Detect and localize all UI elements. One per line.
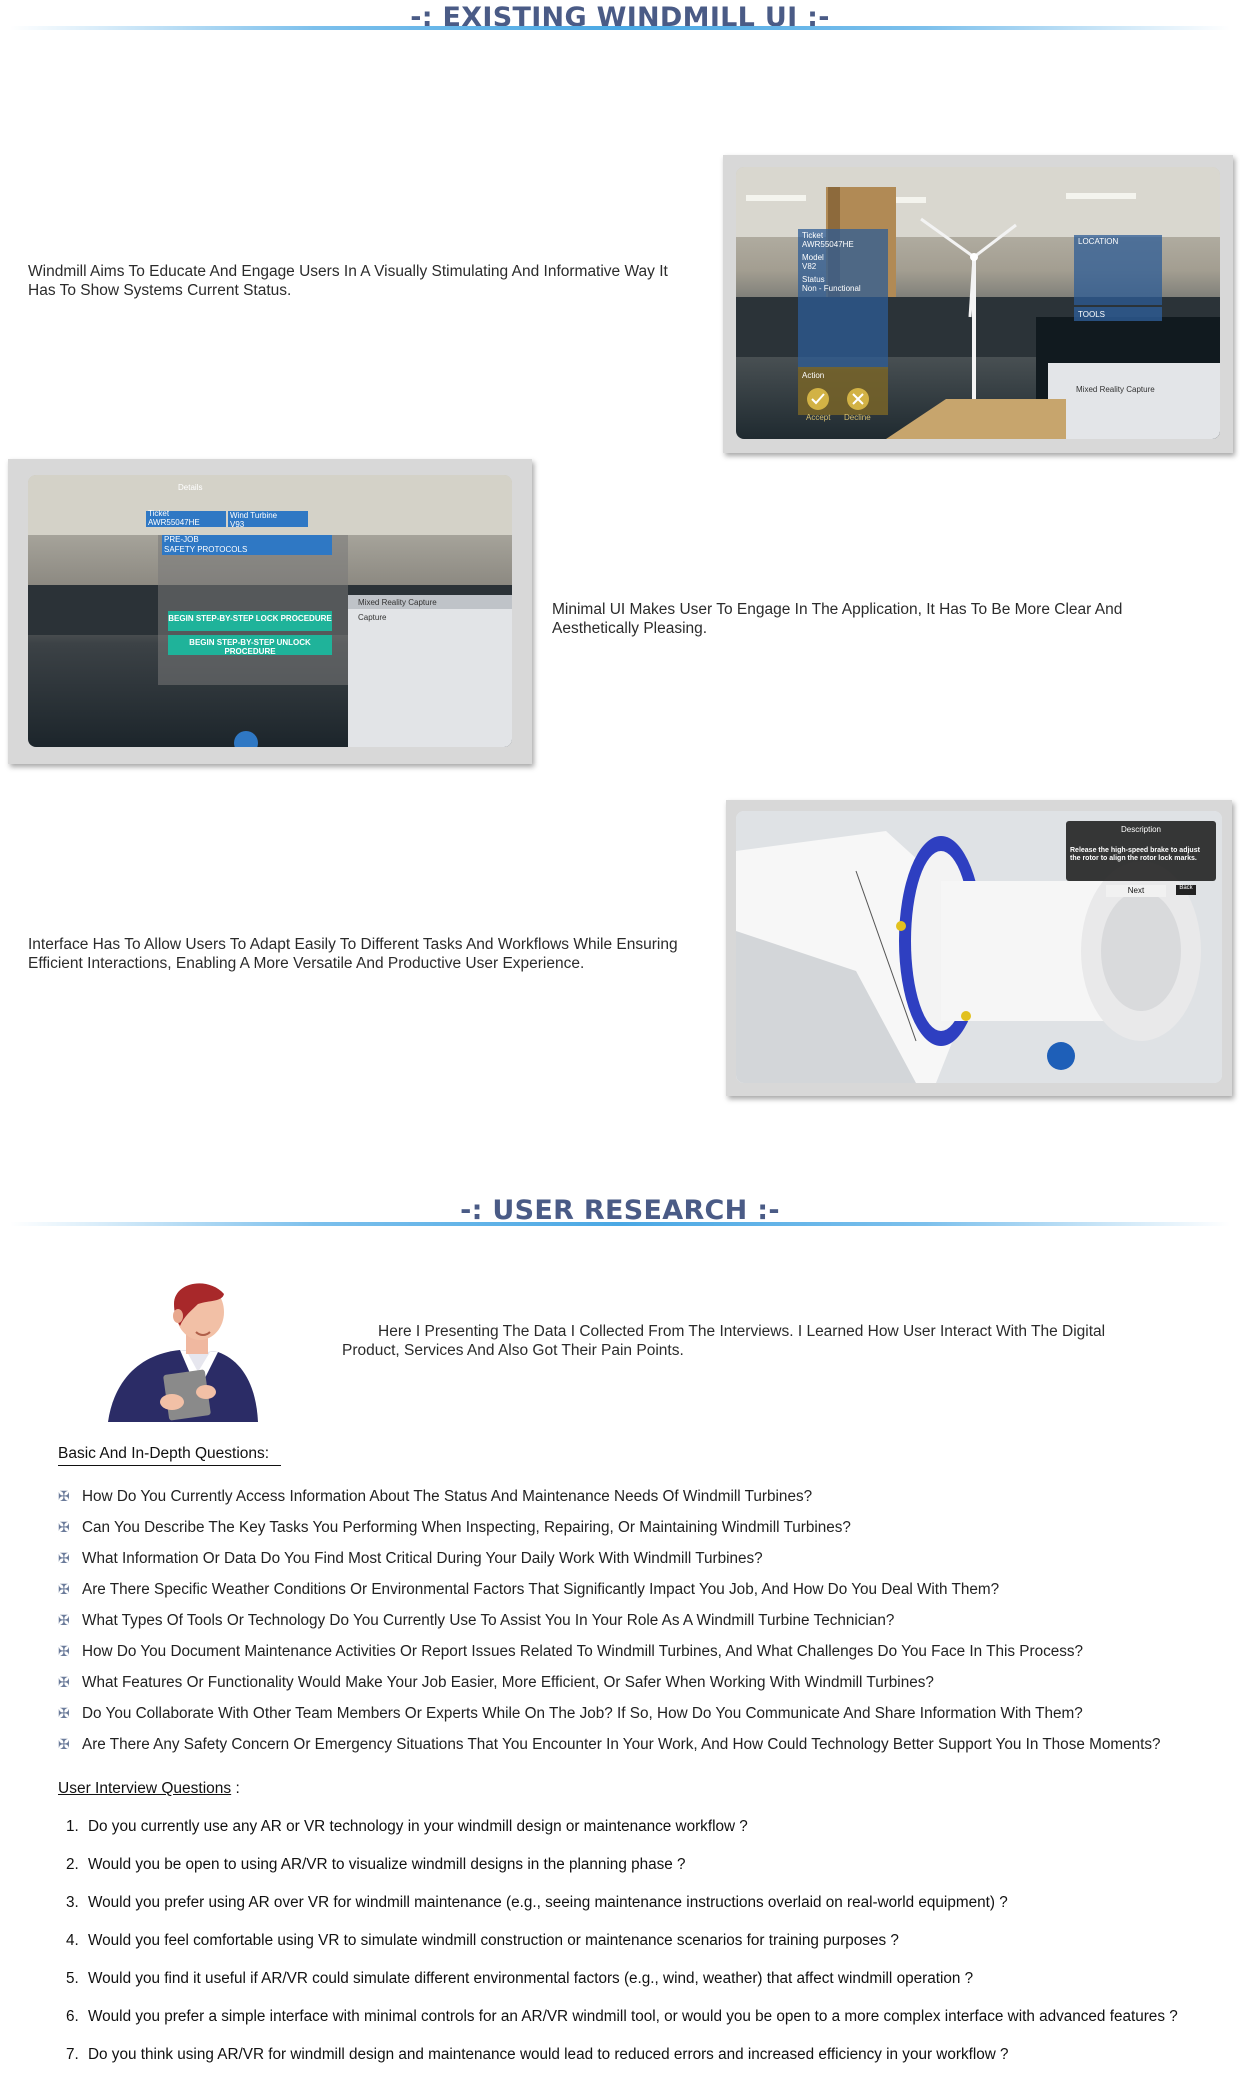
basic-questions-list: ✠ How Do You Currently Access Information…	[58, 1481, 1161, 1760]
existing-description-2: Minimal UI Makes User To Engage In The A…	[552, 601, 1123, 637]
title-underline	[10, 26, 1230, 30]
bullet-icon: ✠	[58, 1705, 70, 1721]
bullet-icon: ✠	[58, 1488, 70, 1504]
interview-questions-heading: User Interview Questions :	[58, 1780, 240, 1797]
list-item: ✠ Can You Describe The Key Tasks You Perf…	[58, 1518, 851, 1536]
list-item: ✠ Are There Any Safety Concern Or Emergen…	[58, 1735, 1161, 1753]
details-label: Details	[178, 483, 203, 492]
basic-questions-heading: Basic And In-Depth Questions:	[58, 1445, 282, 1466]
screenshot-frame-1: Ticket AWR55047HE Model V82 Status Non -…	[723, 155, 1233, 453]
decline-button[interactable]: Decline	[844, 413, 871, 422]
unlock-procedure-button[interactable]: BEGIN STEP-BY-STEP UNLOCK PROCEDURE	[168, 638, 332, 656]
list-item: 1. Do you currently use any AR or VR tech…	[66, 1818, 748, 1835]
list-item: 4. Would you feel comfortable using VR to…	[66, 1932, 899, 1949]
screenshot-frame-3: Description Release the high-speed brake…	[726, 800, 1232, 1096]
ticket-value: AWR55047HE	[802, 240, 854, 249]
accept-button[interactable]: Accept	[806, 413, 830, 422]
description-title: Description	[1120, 825, 1161, 834]
screenshot-frame-2: Details Ticket AWR55047HE Wind Turbine V…	[8, 459, 532, 764]
model-value: V82	[802, 262, 817, 271]
prejob-label: PRE-JOB	[164, 535, 199, 544]
list-item: ✠ Are There Specific Weather Conditions O…	[58, 1580, 1000, 1598]
turbine-value: V93	[230, 520, 245, 529]
list-item: ✠ How Do You Currently Access Information…	[58, 1487, 813, 1505]
location-label: LOCATION	[1078, 237, 1119, 246]
list-item: 5. Would you find it useful if AR/VR coul…	[66, 1970, 974, 1987]
interviewer-illustration	[100, 1282, 270, 1424]
mixed-reality-label: Mixed Reality Capture	[1076, 385, 1155, 394]
bullet-icon: ✠	[58, 1550, 70, 1566]
ar-screenshot-safety: Details Ticket AWR55047HE Wind Turbine V…	[28, 475, 512, 747]
list-item: ✠ How Do You Document Maintenance Activit…	[58, 1642, 1084, 1660]
status-value: Non - Functional	[802, 284, 861, 293]
lock-procedure-button[interactable]: BEGIN STEP-BY-STEP LOCK PROCEDURE	[168, 614, 332, 623]
list-item: 6. Would you prefer a simple interface wi…	[66, 2008, 1178, 2025]
back-button[interactable]: Back	[1176, 885, 1196, 891]
interview-questions-list: 1. Do you currently use any AR or VR tech…	[66, 1808, 1178, 2074]
tools-label: TOOLS	[1078, 310, 1105, 319]
list-item: 2. Would you be open to using AR/VR to vi…	[66, 1856, 686, 1873]
bullet-icon: ✠	[58, 1736, 70, 1752]
capture-label: Capture	[358, 613, 387, 622]
list-item: ✠ Do You Collaborate With Other Team Memb…	[58, 1704, 1083, 1722]
list-item: ✠ What Types Of Tools Or Technology Do Yo…	[58, 1611, 895, 1629]
list-item: 7. Do you think using AR/VR for windmill …	[66, 2046, 1009, 2063]
bullet-icon: ✠	[58, 1581, 70, 1597]
next-button[interactable]: Next	[1106, 886, 1166, 895]
safety-label: SAFETY PROTOCOLS	[164, 545, 248, 554]
list-item: 3. Would you prefer using AR over VR for …	[66, 1894, 1008, 1911]
research-intro: Here I Presenting The Data I Collected F…	[342, 1323, 1106, 1359]
ticket-label: Ticket	[802, 231, 824, 240]
list-item: ✠ What Information Or Data Do You Find Mo…	[58, 1549, 763, 1567]
mixed-reality-label-2: Mixed Reality Capture	[358, 598, 437, 607]
bullet-icon: ✠	[58, 1643, 70, 1659]
existing-description-1: Windmill Aims To Educate And Engage User…	[28, 263, 668, 299]
status-label: Status	[802, 275, 825, 284]
turbine-label: Wind Turbine	[230, 511, 278, 520]
bullet-icon: ✠	[58, 1674, 70, 1690]
action-label: Action	[802, 371, 825, 380]
ticket-label-2: Ticket	[148, 509, 170, 518]
bullet-icon: ✠	[58, 1612, 70, 1628]
research-title-underline	[10, 1222, 1230, 1226]
ticket-value-2: AWR55047HE	[148, 518, 200, 527]
model-label: Model	[802, 253, 824, 262]
existing-description-3: Interface Has To Allow Users To Adapt Ea…	[28, 936, 678, 972]
ar-screenshot-status: Ticket AWR55047HE Model V82 Status Non -…	[736, 167, 1220, 439]
list-item: ✠ What Features Or Functionality Would Ma…	[58, 1673, 934, 1691]
description-text: Release the high-speed brake to adjust t…	[1070, 847, 1200, 862]
bullet-icon: ✠	[58, 1519, 70, 1535]
ar-screenshot-rotor: Description Release the high-speed brake…	[736, 811, 1222, 1083]
